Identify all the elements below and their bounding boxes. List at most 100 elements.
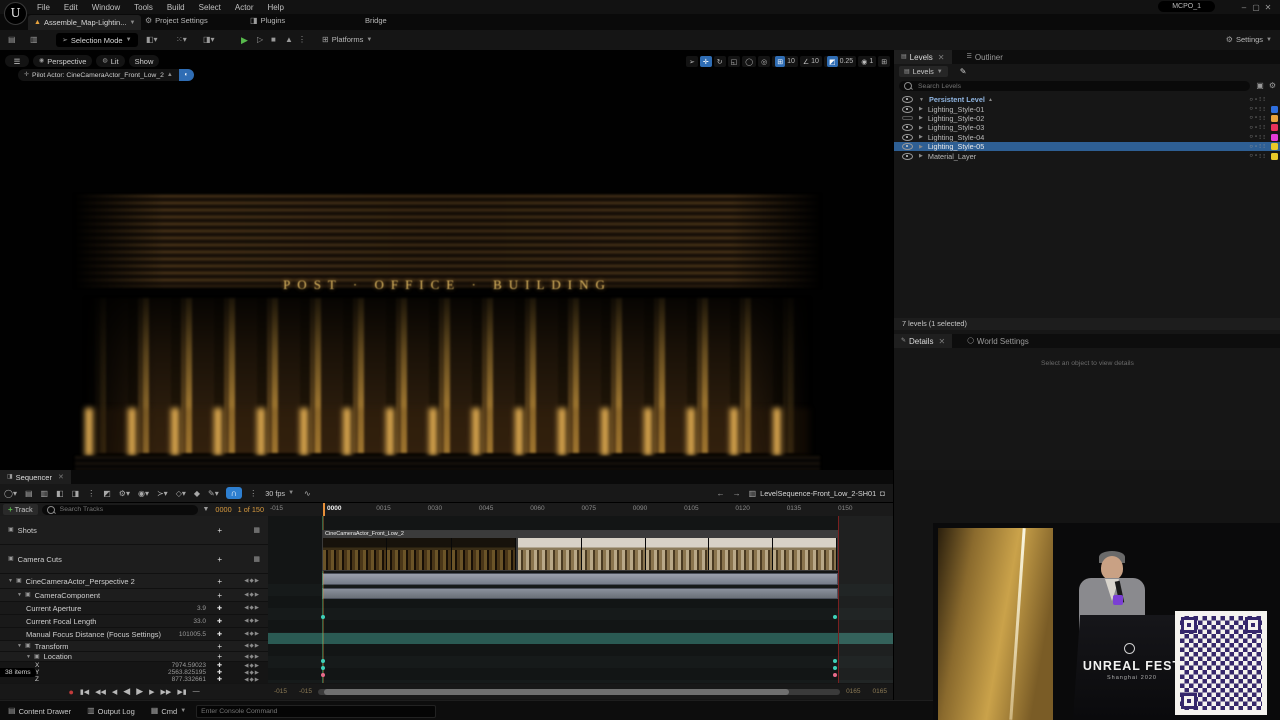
level-color-chip[interactable] [1271, 153, 1278, 160]
plugins-button[interactable]: ◨ Plugins [250, 16, 285, 25]
tools-wrench-icon[interactable]: ⚙▾ [119, 489, 130, 498]
level-row[interactable]: ▶Lighting_Style-01○▫⁝⁝ [894, 104, 1280, 113]
kebab-icon[interactable]: ⋮ [87, 489, 95, 498]
level-color-chip[interactable] [1271, 115, 1278, 122]
keyframe-icon[interactable] [833, 666, 837, 670]
visibility-eye-icon[interactable] [902, 124, 913, 131]
visibility-eye-icon[interactable] [902, 116, 913, 120]
add-key-icon[interactable]: ✚ [217, 618, 222, 625]
add-key-icon[interactable]: ✚ [217, 676, 222, 683]
track-row-manual-focus-distance-focus-settings-[interactable]: Manual Focus Distance (Focus Settings)10… [0, 628, 268, 641]
expander-icon[interactable]: ▼ [26, 654, 31, 660]
track-value[interactable]: 33.0 [193, 618, 206, 625]
level-row[interactable]: ▶Material_Layer○▫⁝⁝ [894, 151, 1280, 160]
keyframe-nav-icons[interactable]: ◀◆▶ [244, 618, 260, 624]
add-key-icon[interactable]: ✚ [217, 631, 222, 638]
visibility-eye-icon[interactable] [902, 143, 913, 150]
track-row-y[interactable]: Y2563.825195✚◀◆▶ [0, 669, 268, 676]
select-tool-icon[interactable]: ➢ [686, 56, 698, 67]
track-row-current-focal-length[interactable]: Current Focal Length33.0✚◀◆▶ [0, 615, 268, 628]
next-key-button[interactable]: ▶▶ [161, 688, 172, 696]
close-icon[interactable]: ✕ [58, 473, 64, 481]
level-row[interactable]: ▶Lighting_Style-03○▫⁝⁝ [894, 123, 1280, 132]
move-tool-icon[interactable]: ✛ [700, 56, 712, 67]
keyframe-nav-icons[interactable]: ◀◆▶ [244, 605, 260, 611]
level-asset-tab[interactable]: ▲ Assemble_Map-Lightin... ▼ [28, 15, 141, 30]
track-row-cinecameraactor-perspective-2[interactable]: ▼▣CineCameraActor_Perspective 2+◀◆▶ [0, 574, 268, 589]
level-row[interactable]: ▼Persistent Level▲○▫⁝⁝ [894, 95, 1280, 104]
keyframe-nav-icons[interactable]: ◀◆▶ [244, 663, 260, 669]
tab-outliner[interactable]: ☰ Outliner [960, 50, 1010, 64]
bridge-button[interactable]: Bridge [365, 16, 387, 25]
track-row-z[interactable]: Z877.332661✚◀◆▶ [0, 676, 268, 683]
rotation-snap-toggle[interactable]: ∠10 [800, 56, 822, 67]
surface-snap-icon[interactable]: ◎ [758, 56, 770, 67]
curve-editor-icon[interactable]: ∿ [304, 489, 311, 498]
add-actor-icon[interactable]: ◩ [103, 489, 111, 498]
add-key-icon[interactable]: ✚ [217, 669, 222, 676]
minimize-button[interactable]: – [1238, 3, 1250, 12]
sequence-breadcrumb[interactable]: LevelSequence-Front_Low_2-SH01 [760, 489, 876, 498]
add-level-icon[interactable]: ▣ [1256, 82, 1264, 90]
keyframe-icon[interactable] [833, 615, 837, 619]
keyframe-icon[interactable] [321, 659, 325, 663]
visibility-eye-icon[interactable] [902, 153, 913, 160]
levels-dropdown-button[interactable]: ▤ Levels ▼ [899, 66, 948, 77]
play-button[interactable]: ▶ [241, 35, 248, 46]
filter-funnel-icon[interactable]: ▼ [202, 506, 209, 513]
snap-magnet-icon[interactable]: ∩ [226, 487, 242, 499]
expander-icon[interactable]: ▶ [919, 106, 923, 112]
keyframe-nav-icons[interactable]: ◀◆▶ [244, 592, 260, 598]
level-row[interactable]: ▶Lighting_Style-05○▫⁝⁝ [894, 142, 1280, 151]
add-section-icon[interactable]: + [217, 652, 222, 661]
track-value[interactable]: 2563.825195 [168, 669, 206, 676]
sequencer-timeline[interactable]: -015 0000 001500300045006000750090010501… [268, 503, 893, 683]
play-viewport-button[interactable]: ▷ [257, 36, 263, 44]
forward-arrow-icon[interactable]: → [733, 489, 741, 498]
scrollbar-thumb[interactable] [324, 689, 789, 695]
rotate-tool-icon[interactable]: ↻ [714, 56, 726, 67]
track-search-box[interactable] [42, 505, 199, 515]
stop-button[interactable]: ■ [271, 36, 276, 44]
blueprints-icon[interactable]: ⁙▾ [176, 36, 187, 44]
expander-icon[interactable]: ▶ [919, 134, 923, 140]
fps-dropdown[interactable]: 30 fps▼ [265, 489, 294, 498]
track-row-location[interactable]: ▼▣Location+◀◆▶ [0, 652, 268, 662]
current-frame-field[interactable]: 0000 [215, 505, 231, 514]
keyframe-nav-icons[interactable]: ◀◆▶ [244, 631, 260, 637]
selection-mode-dropdown[interactable]: ➢ Selection Mode ▼ [56, 33, 138, 47]
keyframe-icon[interactable] [321, 615, 325, 619]
auto-key-icon[interactable]: ◆ [194, 489, 200, 498]
save-sequence-icon[interactable]: ▤ [25, 489, 33, 498]
menu-window[interactable]: Window [92, 3, 120, 12]
maximize-button[interactable]: ▢ [1250, 3, 1262, 12]
keyframe-icon[interactable] [321, 666, 325, 670]
track-row-shots[interactable]: ▣Shots+▦ [0, 516, 268, 545]
level-color-chip[interactable] [1271, 106, 1278, 113]
tab-sequencer[interactable]: ◨ Sequencer ✕ [0, 470, 71, 484]
world-dropdown-icon[interactable]: ◯▾ [4, 489, 17, 498]
keyframe-nav-icons[interactable]: ◀◆▶ [244, 670, 260, 676]
expander-icon[interactable]: ▶ [919, 153, 923, 159]
add-section-icon[interactable]: + [217, 555, 222, 564]
level-viewport[interactable]: POST · OFFICE · BUILDING ☰ ◉ Perspective… [0, 50, 893, 470]
visibility-eye-icon[interactable] [902, 96, 913, 103]
expander-icon[interactable]: ▼ [919, 97, 924, 103]
edit-icon[interactable]: ✎ [960, 67, 967, 76]
keyframe-nav-icons[interactable]: ◀◆▶ [244, 654, 260, 660]
show-dropdown[interactable]: Show [129, 55, 160, 67]
scale-snap-toggle[interactable]: ◩0.25 [824, 56, 856, 67]
levels-search-box[interactable] [899, 81, 1250, 91]
step-back-button[interactable]: ◀ [112, 688, 117, 696]
track-value[interactable]: 3.9 [197, 605, 206, 612]
pilot-toggle[interactable]: ◐ [179, 69, 194, 81]
playback-options-icon[interactable]: ≻▾ [157, 489, 168, 498]
add-section-icon[interactable]: + [217, 642, 222, 651]
camera-icon[interactable]: ▦ [253, 526, 260, 534]
level-color-chip[interactable] [1271, 124, 1278, 131]
tab-details[interactable]: ✎ Details ✕ [894, 334, 952, 348]
browse-sequence-icon[interactable]: ▥ [41, 489, 49, 498]
keyframe-icon[interactable] [833, 673, 837, 677]
level-row[interactable]: ▶Lighting_Style-04○▫⁝⁝ [894, 133, 1280, 142]
levels-search-input[interactable] [916, 82, 1245, 91]
